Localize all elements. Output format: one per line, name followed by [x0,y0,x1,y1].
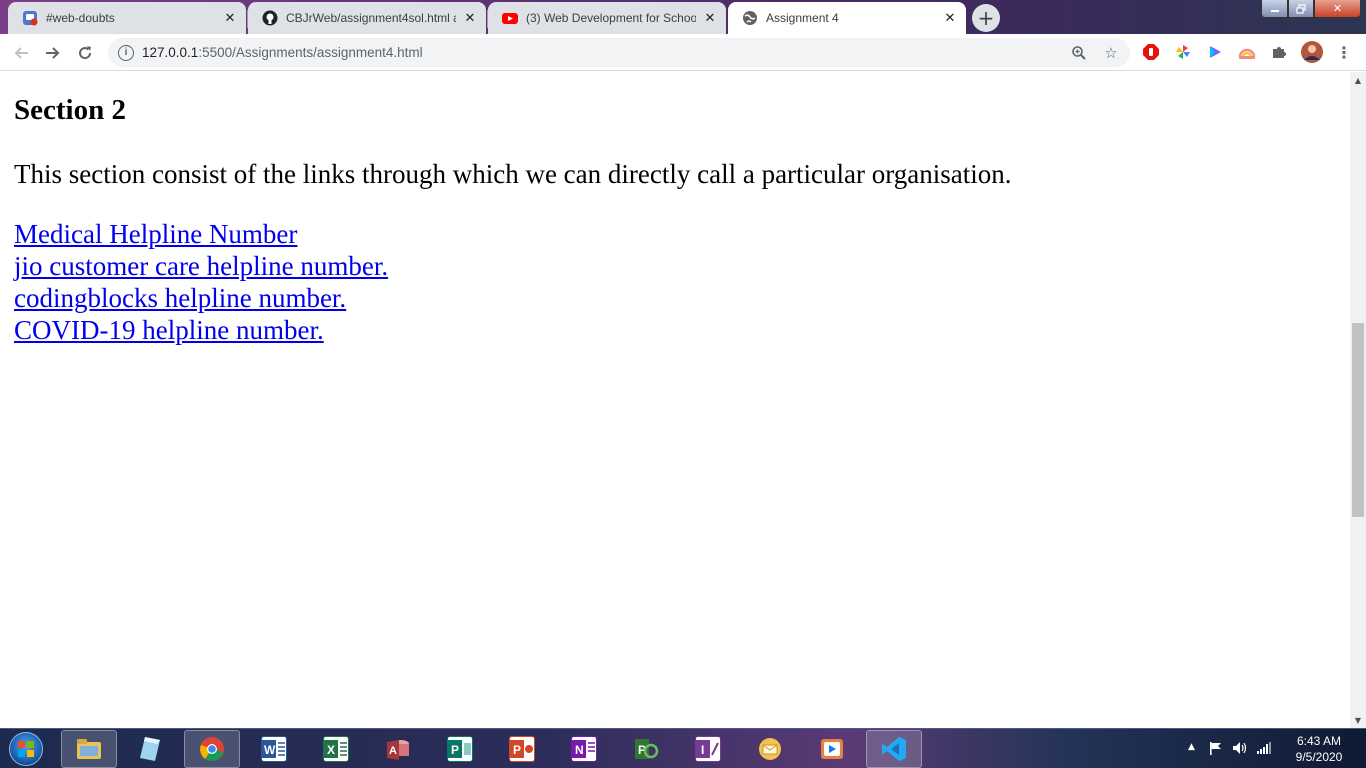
url-path: :5500/Assignments/assignment4.html [198,45,423,60]
taskbar-word[interactable]: W [246,730,302,768]
extensions-puzzle-icon[interactable] [1269,42,1289,62]
tab-web-doubts[interactable]: #web-doubts ✕ [8,2,246,34]
slack-chat-icon [22,10,38,26]
page-viewport: Section 2 This section consist of the li… [0,72,1350,728]
tab-title: #web-doubts [46,11,115,25]
helpline-links: Medical Helpline Number jio customer car… [14,218,1336,346]
globe-icon [742,10,758,26]
info-icon[interactable]: i [118,44,134,61]
project-icon: P [633,736,659,762]
bookmark-star-icon[interactable]: ☆ [1102,44,1120,62]
windows-taskbar: W X A P P N P I ▲ 6:43 AM 9/5/2020 [0,728,1366,768]
taskbar-explorer[interactable] [61,730,117,768]
taskbar-project[interactable]: P [618,730,674,768]
app-launcher-icon [137,736,163,762]
scroll-down-icon[interactable]: ▼ [1350,712,1366,728]
url-host: 127.0.0.1 [142,45,199,60]
taskbar-vscode[interactable] [866,730,922,768]
minimize-button[interactable] [1261,0,1288,18]
system-clock[interactable]: 6:43 AM 9/5/2020 [1284,733,1354,765]
show-hidden-icons[interactable]: ▲ [1188,742,1195,752]
clock-time: 6:43 AM [1296,734,1342,748]
taskbar-powerpoint[interactable]: P [494,730,550,768]
pinwheel-extension-icon[interactable] [1173,42,1193,62]
svg-text:P: P [451,743,459,757]
close-icon[interactable]: ✕ [462,10,478,26]
tab-youtube[interactable]: (3) Web Development for School ✕ [488,2,726,34]
section-description: This section consist of the links throug… [14,159,1012,189]
link-jio-helpline[interactable]: jio customer care helpline number. [14,250,1336,282]
new-tab-button[interactable]: + [972,4,1000,32]
more-options-icon[interactable]: ⋮ [1334,42,1354,62]
play-extension-icon[interactable] [1205,42,1225,62]
svg-text:N: N [575,743,584,757]
reload-icon[interactable] [73,41,97,65]
link-covid-helpline[interactable]: COVID-19 helpline number. [14,314,1336,346]
media-player-icon [819,736,845,762]
close-icon[interactable]: ✕ [222,10,238,26]
volume-icon[interactable] [1232,741,1248,758]
address-url: 127.0.0.1:5500/Assignments/assignment4.h… [142,45,423,60]
publisher-icon: P [447,736,473,762]
close-icon[interactable]: ✕ [942,10,958,26]
profile-avatar[interactable] [1301,41,1323,63]
rainbow-extension-icon[interactable] [1237,42,1257,62]
tab-title: CBJrWeb/assignment4sol.html at [286,11,456,25]
taskbar-media-player[interactable] [804,730,860,768]
tab-strip: #web-doubts ✕ CBJrWeb/assignment4sol.htm… [0,0,1366,34]
chrome-icon [199,736,225,762]
svg-text:I: I [701,743,704,757]
close-window-button[interactable]: ✕ [1314,0,1361,18]
powerpoint-icon: P [509,736,535,762]
github-icon [262,10,278,26]
back-arrow-icon[interactable] [9,41,33,65]
taskbar-access[interactable]: A [370,730,426,768]
vertical-scrollbar[interactable]: ▲ ▼ [1350,72,1366,728]
section-heading: Section 2 [14,94,126,126]
tab-assignment-4[interactable]: Assignment 4 ✕ [728,2,966,34]
taskbar-outlook[interactable] [742,730,798,768]
onenote-icon: N [571,736,597,762]
access-icon: A [385,736,411,762]
restore-button[interactable] [1288,0,1314,18]
windows-logo-icon [9,732,43,766]
close-icon[interactable]: ✕ [702,10,718,26]
folder-icon [76,736,102,762]
infopath-icon: I [695,736,721,762]
scrollbar-thumb[interactable] [1352,323,1364,517]
taskbar-publisher[interactable]: P [432,730,488,768]
zoom-icon[interactable] [1070,44,1088,62]
outlook-icon [757,736,783,762]
tab-title: (3) Web Development for School [526,11,696,25]
clock-date: 9/5/2020 [1295,750,1343,764]
svg-text:X: X [327,743,335,757]
start-button[interactable] [6,731,46,767]
address-bar[interactable]: i 127.0.0.1:5500/Assignments/assignment4… [108,38,1130,67]
svg-text:A: A [389,745,397,757]
taskbar-app-launcher[interactable] [122,730,178,768]
taskbar-infopath[interactable]: I [680,730,736,768]
scroll-up-icon[interactable]: ▲ [1350,72,1366,88]
youtube-icon [502,10,518,26]
link-codingblocks-helpline[interactable]: codingblocks helpline number. [14,282,1336,314]
vscode-icon [881,736,907,762]
tab-github[interactable]: CBJrWeb/assignment4sol.html at ✕ [248,2,486,34]
link-medical-helpline[interactable]: Medical Helpline Number [14,218,1336,250]
svg-text:W: W [264,743,276,757]
excel-icon: X [323,736,349,762]
network-signal-icon[interactable] [1256,741,1272,758]
action-center-flag-icon[interactable] [1208,741,1222,758]
adblock-extension-icon[interactable] [1141,42,1161,62]
tab-title: Assignment 4 [766,11,839,25]
taskbar-excel[interactable]: X [308,730,364,768]
taskbar-chrome[interactable] [184,730,240,768]
forward-arrow-icon[interactable] [41,41,65,65]
browser-toolbar: i 127.0.0.1:5500/Assignments/assignment4… [0,34,1366,71]
taskbar-onenote[interactable]: N [556,730,612,768]
page-content: Section 2 This section consist of the li… [0,92,1350,346]
word-icon: W [261,736,287,762]
svg-text:P: P [513,743,521,757]
